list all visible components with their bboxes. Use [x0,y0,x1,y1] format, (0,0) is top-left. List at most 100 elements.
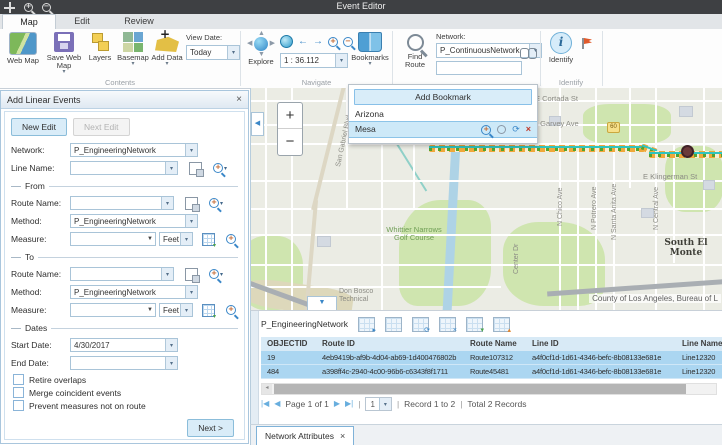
export-records-icon[interactable]: ▾ [466,317,483,332]
to-unit-select[interactable]: Feet [159,303,193,317]
previous-page-button[interactable]: ◀ [274,400,280,408]
add-bookmark-button[interactable]: Add Bookmark [354,89,532,105]
select-on-map-icon[interactable] [185,268,198,281]
explore-button[interactable]: ▲▼◀▶ Explore [246,32,276,66]
column-header[interactable]: Route ID [316,337,464,351]
next-extent-icon[interactable]: → [313,37,323,47]
chevron-down-icon[interactable]: ▼ [147,236,155,242]
scroll-left-icon[interactable]: ◂ [262,384,272,394]
switch-selection-icon[interactable]: ⟳ [412,317,429,332]
end-date-select[interactable] [70,356,178,370]
chevron-down-icon[interactable] [227,46,239,59]
chevron-down-icon[interactable] [165,162,177,174]
delete-bookmark-icon[interactable]: × [526,125,531,134]
from-method-select[interactable]: P_EngineeringNetwork [70,214,198,228]
zoom-to-measure-icon[interactable]: + [226,305,236,315]
bookmarks-button[interactable]: Bookmarks ▾ [348,32,392,67]
from-unit-select[interactable]: Feet [159,232,193,246]
table-row[interactable]: 484 a398ff4c-2940-4c00-96b6-c6343f8f1711… [261,365,722,379]
scrollbar-thumb[interactable] [274,384,686,394]
chevron-down-icon[interactable] [161,197,173,209]
bookmark-item[interactable]: Arizona [349,108,537,121]
tab-network-attributes[interactable]: Network Attributes × [256,426,354,445]
flag-icon[interactable] [580,37,593,50]
measure-table-icon[interactable] [202,233,215,246]
binoculars-icon[interactable] [520,47,537,58]
from-measure-input[interactable]: ▼ [70,232,156,246]
chevron-down-icon[interactable] [180,304,192,316]
add-data-button[interactable]: Add Data ▾ [150,32,184,67]
select-on-map-icon[interactable] [189,162,202,175]
prevent-measures-checkbox[interactable] [13,400,24,411]
tab-edit[interactable]: Edit [56,14,108,29]
last-page-button[interactable]: ▶| [345,400,353,408]
layers-button[interactable]: Layers [84,32,116,62]
zoom-to-line-button[interactable]: + ▾ [213,163,227,173]
table-row[interactable]: 19 4eb9419b-af9b-4d04-ab69-1d400476802b … [261,351,722,365]
scale-select[interactable]: 1 : 36.112 [280,53,348,68]
basemap-button[interactable]: Basemap ▾ [116,32,150,67]
to-route-name-select[interactable] [70,267,174,281]
zoom-in-tool-icon[interactable]: + [328,37,338,47]
column-header[interactable]: OBJECTID [261,337,316,351]
next-page-button[interactable]: ▶ [334,400,340,408]
first-page-button[interactable]: |◀ [261,400,269,408]
chevron-down-icon[interactable] [165,357,177,369]
zoom-to-bookmark-icon[interactable]: + [481,125,491,135]
table-view-icon[interactable] [385,317,402,332]
collapse-table-button[interactable]: ▼ [307,296,337,310]
column-header[interactable]: Route Name [464,337,526,351]
map-zoom-out-button[interactable]: − [278,129,302,154]
line-name-select[interactable] [70,161,178,175]
to-method-select[interactable]: P_EngineeringNetwork [70,285,198,299]
globe-icon[interactable] [280,35,293,48]
measure-table-icon[interactable] [202,304,215,317]
horizontal-scrollbar[interactable]: ◂ [261,383,717,395]
save-web-map-label: Save Web Map [46,54,82,70]
chevron-down-icon[interactable] [165,339,177,351]
tab-map[interactable]: Map [2,14,56,30]
retire-overlaps-checkbox[interactable] [13,374,24,385]
to-measure-input[interactable]: ▼ [70,303,156,317]
map-zoom-in-button[interactable]: + [278,103,302,128]
web-map-button[interactable]: Web Map [4,32,42,65]
find-route-button[interactable]: Find Route [398,32,432,69]
merge-coincident-checkbox[interactable] [13,387,24,398]
chevron-down-icon[interactable] [335,54,347,67]
zoom-to-measure-icon[interactable]: + [226,234,236,244]
next-button[interactable]: Next > [187,419,234,437]
bookmark-item-selected[interactable]: Mesa + ⟳ × [349,121,537,138]
chevron-down-icon[interactable] [185,144,197,156]
route-search-input[interactable] [436,61,522,75]
chevron-down-icon[interactable] [180,233,192,245]
start-date-select[interactable]: 4/30/2017 [70,338,178,352]
save-web-map-button[interactable]: Save Web Map ▾ [46,32,82,75]
chevron-down-icon[interactable] [161,268,173,280]
update-bookmark-icon[interactable]: ⟳ [512,125,520,134]
select-records-icon[interactable]: ▸ [358,317,375,332]
sort-records-icon[interactable]: ▴ [493,317,510,332]
column-header[interactable]: Line ID [526,337,676,351]
previous-extent-icon[interactable]: ← [298,37,308,47]
close-icon[interactable]: × [340,431,345,441]
collapse-panel-button[interactable]: ◀ [251,112,264,136]
from-route-name-select[interactable] [70,196,174,210]
chevron-down-icon[interactable]: ▼ [147,307,155,313]
chevron-down-icon[interactable] [379,398,391,410]
zoom-to-route-button[interactable]: + ▾ [209,269,223,279]
clear-selection-icon[interactable]: × [439,317,456,332]
select-on-map-icon[interactable] [185,197,198,210]
identify-button[interactable]: Identify [544,32,578,64]
next-edit-button[interactable]: Next Edit [73,118,130,136]
view-date-select[interactable]: Today [186,45,240,60]
network-field-select[interactable]: P_EngineeringNetwork [70,143,198,157]
chevron-down-icon[interactable] [185,215,197,227]
column-header[interactable]: Line Name [676,337,722,351]
new-edit-button[interactable]: New Edit [11,118,67,136]
page-select[interactable]: 1 [365,397,391,411]
zoom-to-route-button[interactable]: + ▾ [209,198,223,208]
pan-to-bookmark-icon[interactable] [497,125,506,134]
close-icon[interactable]: × [236,94,242,105]
chevron-down-icon[interactable] [185,286,197,298]
group-separator [392,31,393,86]
